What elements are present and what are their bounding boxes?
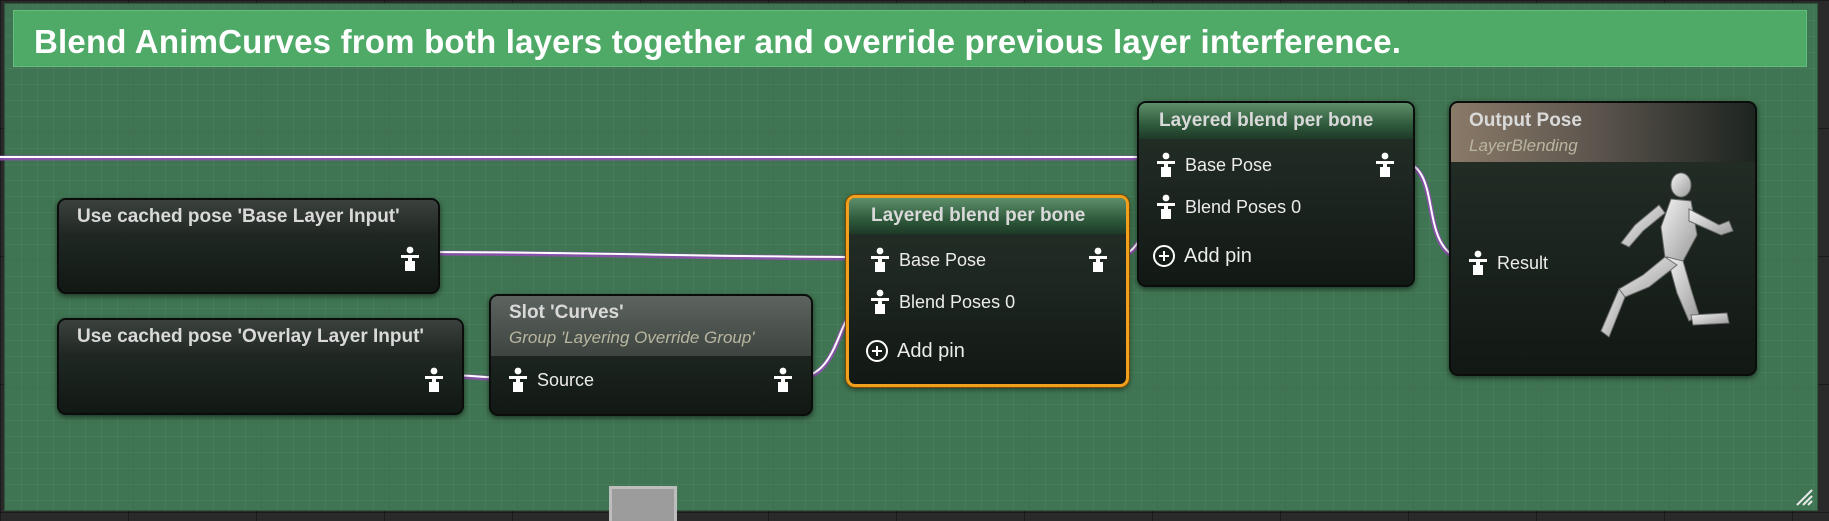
add-pin-label: Add pin <box>897 339 965 362</box>
node-output-pose[interactable]: Output Pose LayerBlending Result <box>1449 101 1757 376</box>
input-pin-base-pose[interactable]: Base Pose <box>869 247 986 273</box>
node-header: Slot 'Curves' Group 'Layering Override G… <box>491 296 811 356</box>
pose-pin-icon[interactable] <box>507 367 529 393</box>
pose-pin-icon[interactable] <box>869 247 891 273</box>
node-header: Output Pose LayerBlending <box>1451 103 1755 162</box>
node-header: Layered blend per bone <box>849 198 1126 234</box>
add-pin-icon <box>865 339 889 363</box>
pose-pin-icon[interactable] <box>1374 152 1396 178</box>
node-title: Use cached pose 'Overlay Layer Input' <box>77 326 424 347</box>
pose-pin-icon[interactable] <box>423 367 445 393</box>
input-pin-base-pose[interactable]: Base Pose <box>1155 152 1272 178</box>
input-pin-blend-poses-0[interactable]: Blend Poses 0 <box>1155 194 1301 220</box>
node-title: Layered blend per bone <box>871 205 1086 226</box>
node-header: Use cached pose 'Base Layer Input' <box>59 200 438 237</box>
node-title: Slot 'Curves' <box>509 302 624 323</box>
input-pin-source[interactable]: Source <box>507 367 594 393</box>
bottom-tab-handle[interactable] <box>609 486 677 521</box>
pose-pin-icon[interactable] <box>869 289 891 315</box>
pose-pin-icon[interactable] <box>772 367 794 393</box>
input-pin-blend-poses-0[interactable]: Blend Poses 0 <box>869 289 1015 315</box>
node-layered-blend-2[interactable]: Layered blend per bone Base Pose Blend P… <box>1137 101 1415 287</box>
pin-label: Blend Poses 0 <box>1185 196 1302 217</box>
add-pin-label: Add pin <box>1184 244 1252 267</box>
pin-label: Base Pose <box>899 249 987 270</box>
node-header: Layered blend per bone <box>1139 103 1413 139</box>
node-title: Use cached pose 'Base Layer Input' <box>77 206 400 227</box>
pose-pin-icon[interactable] <box>1155 194 1177 220</box>
pin-label: Source <box>537 369 595 390</box>
node-subtitle: Group 'Layering Override Group' <box>509 328 755 347</box>
pose-pin-icon[interactable] <box>1155 152 1177 178</box>
pin-label: Blend Poses 0 <box>899 291 1016 312</box>
node-cached-pose-overlay[interactable]: Use cached pose 'Overlay Layer Input' <box>57 318 464 415</box>
add-pin-button[interactable]: Add pin <box>1152 244 1252 268</box>
node-header: Use cached pose 'Overlay Layer Input' <box>59 320 462 357</box>
add-pin-button[interactable]: Add pin <box>865 339 965 363</box>
pose-pin-icon[interactable] <box>1467 250 1489 276</box>
pose-pin-icon[interactable] <box>1087 247 1109 273</box>
node-layered-blend-1[interactable]: Layered blend per bone Base Pose Blend P… <box>846 195 1129 387</box>
node-subtitle: LayerBlending <box>1469 136 1578 155</box>
node-slot-curves[interactable]: Slot 'Curves' Group 'Layering Override G… <box>489 294 813 416</box>
pose-pin-icon[interactable] <box>399 246 421 272</box>
node-title: Output Pose <box>1469 110 1582 131</box>
node-cached-pose-base[interactable]: Use cached pose 'Base Layer Input' <box>57 198 440 294</box>
pin-label: Base Pose <box>1185 154 1273 175</box>
running-mannequin-icon <box>1600 172 1734 338</box>
node-title: Layered blend per bone <box>1159 110 1374 131</box>
add-pin-icon <box>1152 244 1176 268</box>
pin-label: Result <box>1497 252 1549 273</box>
input-pin-result[interactable]: Result <box>1467 250 1548 276</box>
